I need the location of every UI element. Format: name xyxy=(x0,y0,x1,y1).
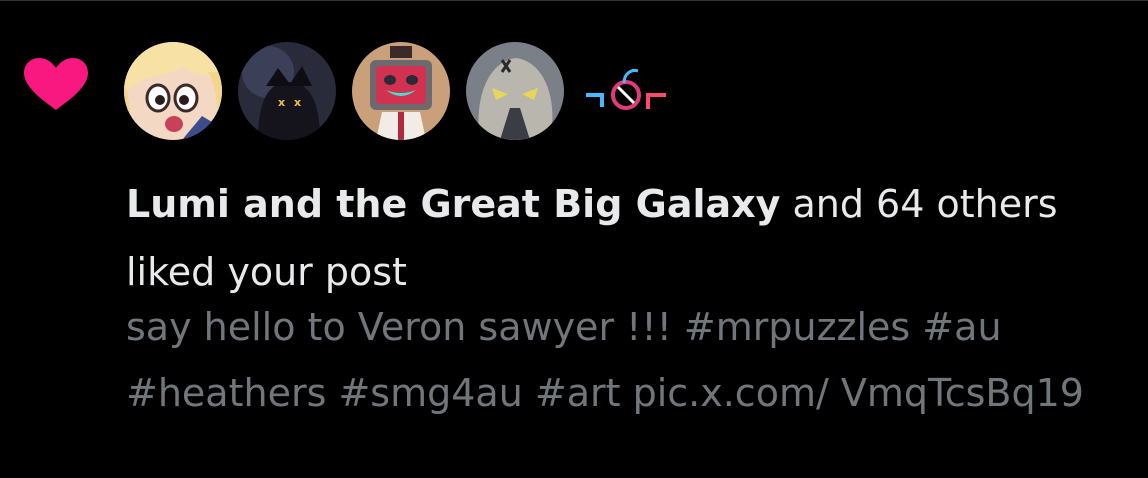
cartoon-girl-avatar-icon xyxy=(124,42,222,140)
tv-head-avatar-icon xyxy=(352,42,450,140)
heart-icon xyxy=(24,58,88,110)
notification-headline: Lumi and the Great Big Galaxy and 64 oth… xyxy=(126,170,1086,306)
dark-character-avatar-icon: x x xyxy=(238,42,336,140)
avatar-2[interactable]: x x xyxy=(238,42,336,140)
post-preview-text[interactable]: say hello to Veron sawyer !!! #mrpuzzles… xyxy=(126,294,1086,426)
actor-name-link[interactable]: Lumi and the Great Big Galaxy xyxy=(126,182,780,226)
avatar-3[interactable] xyxy=(352,42,450,140)
grey-creature-avatar-icon xyxy=(466,42,564,140)
like-notification[interactable]: x x Lumi and the Great Big Galaxy and 64… xyxy=(0,0,1148,478)
neon-logo-icon xyxy=(586,69,666,110)
svg-text:x: x xyxy=(294,96,301,109)
liker-avatars: x x xyxy=(124,42,676,140)
svg-text:x: x xyxy=(278,96,285,109)
avatar-4[interactable] xyxy=(466,42,564,140)
avatar-1[interactable] xyxy=(124,42,222,140)
